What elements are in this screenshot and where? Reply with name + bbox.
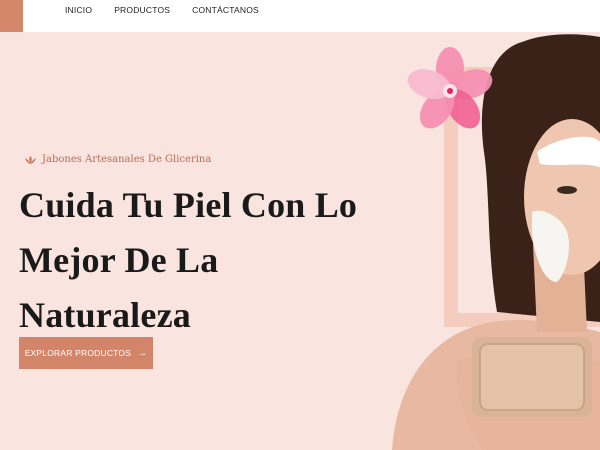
arrow-right-icon: → xyxy=(137,347,148,359)
nav-item-contactanos[interactable]: CONTÁCTANOS xyxy=(192,5,259,15)
nav-item-inicio[interactable]: INICIO xyxy=(65,5,92,15)
tagline-text: Jabones Artesanales De Glicerina xyxy=(42,154,212,165)
top-navbar: INICIO PRODUCTOS CONTÁCTANOS xyxy=(0,0,600,32)
cta-label: EXPLORAR PRODUCTOS xyxy=(24,348,132,358)
main-nav: INICIO PRODUCTOS CONTÁCTANOS xyxy=(65,5,281,15)
headline-line: Naturaleza xyxy=(19,295,191,335)
explore-products-button[interactable]: EXPLORAR PRODUCTOS → xyxy=(19,337,153,369)
flower-icon xyxy=(404,45,496,137)
hero-tagline: Jabones Artesanales De Glicerina xyxy=(24,154,211,165)
headline-line: Mejor De La xyxy=(19,240,219,280)
logo[interactable] xyxy=(0,0,23,32)
headline-line: Cuida Tu Piel Con Lo xyxy=(19,185,358,225)
page-title: Cuida Tu Piel Con Lo Mejor De La Natural… xyxy=(19,178,419,343)
nav-item-productos[interactable]: PRODUCTOS xyxy=(114,5,170,15)
lotus-icon xyxy=(25,155,36,164)
